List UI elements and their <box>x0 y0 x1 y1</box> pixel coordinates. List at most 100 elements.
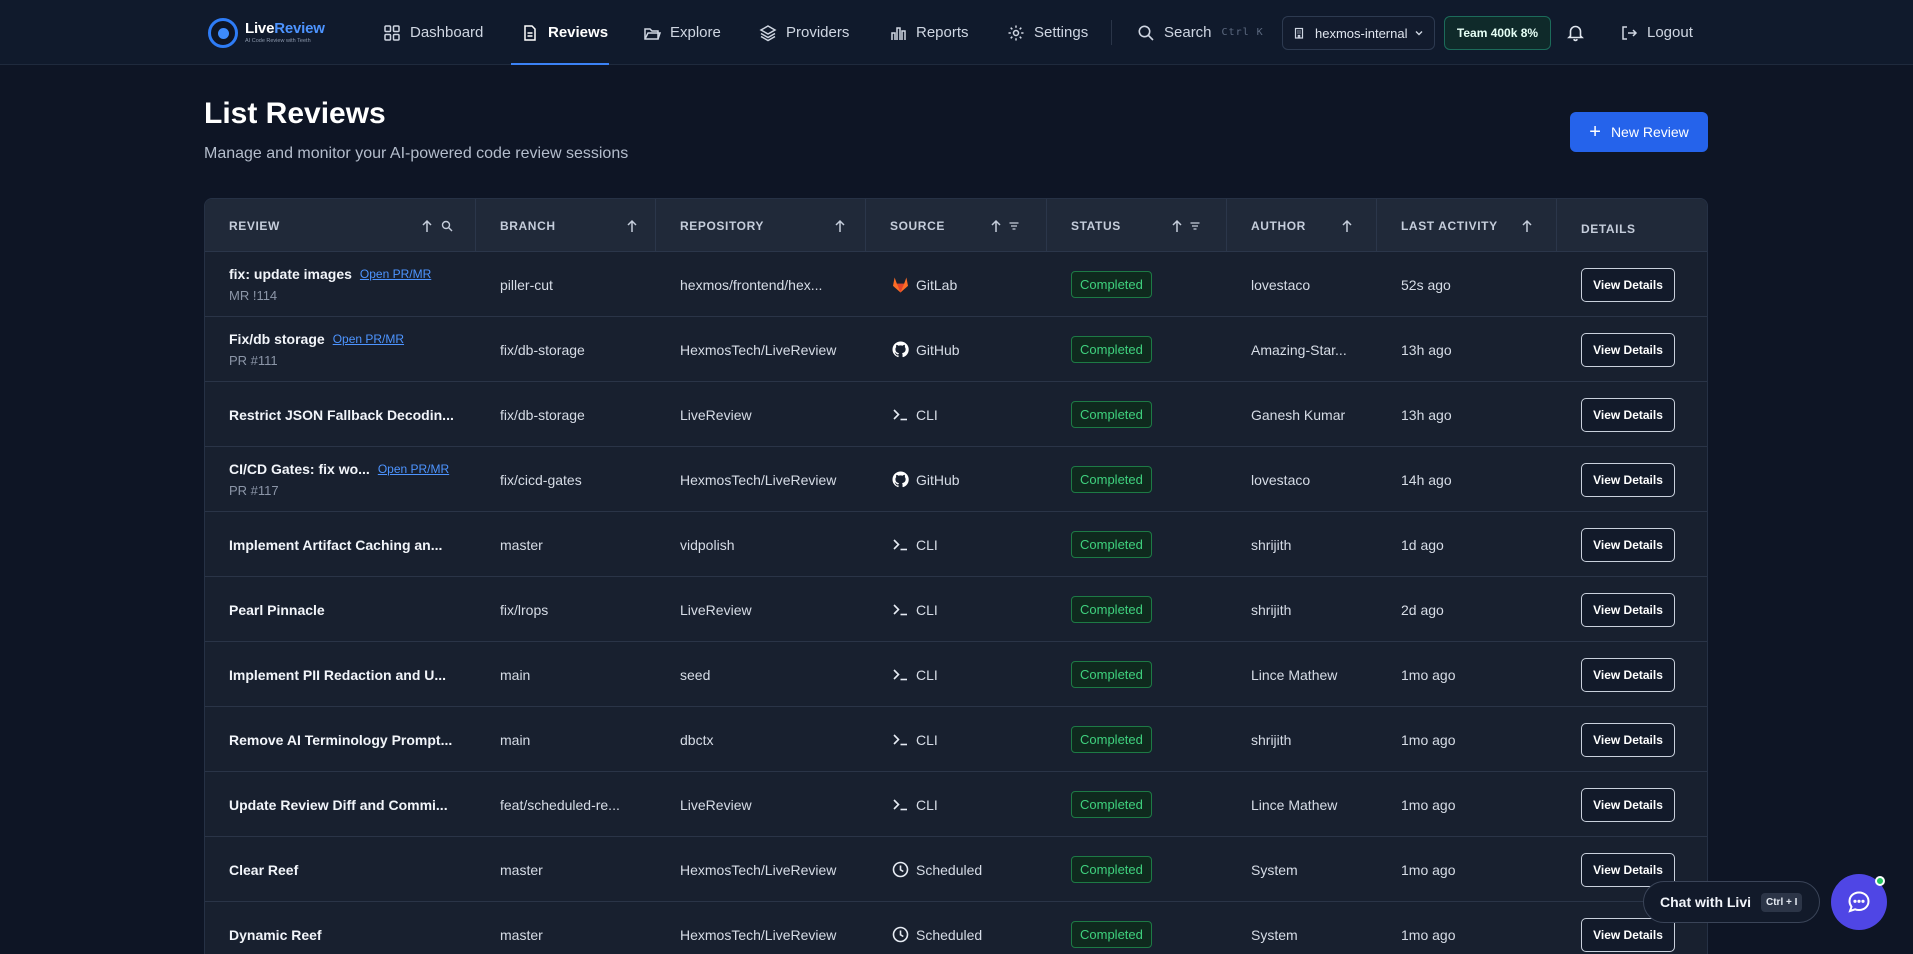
organization-name: hexmos-internal <box>1315 25 1408 41</box>
filter-icon[interactable] <box>1008 220 1020 232</box>
source-label: CLI <box>916 731 938 748</box>
source-label: CLI <box>916 666 938 683</box>
author-cell: lovestaco <box>1251 276 1311 293</box>
branch-cell: main <box>500 666 531 683</box>
author-cell: Lince Mathew <box>1251 666 1338 683</box>
sort-arrow-icon[interactable] <box>990 219 1002 233</box>
filter-icon[interactable] <box>1189 220 1201 232</box>
nav-reviews[interactable]: Reviews <box>511 0 609 65</box>
table-header: REVIEW BRANCH REPOSITORY SOURCE STATUS A… <box>205 199 1707 252</box>
new-review-label: New Review <box>1610 124 1689 140</box>
open-pr-link[interactable]: Open PR/MR <box>333 332 404 346</box>
table-row: Implement Artifact Caching an... master vi… <box>205 512 1707 577</box>
table-row: Pearl Pinnacle fix/lrops LiveReview CLI Comp… <box>205 577 1707 642</box>
search-label: Search <box>1164 24 1212 41</box>
branch-cell: fix/cicd-gates <box>500 471 582 488</box>
column-search-icon[interactable] <box>441 220 453 232</box>
source-cell: GitLab <box>891 252 957 317</box>
nav-dashboard[interactable]: Dashboard <box>383 0 483 65</box>
logout-button[interactable]: Logout <box>1620 0 1693 65</box>
terminal-icon <box>891 665 910 684</box>
view-details-button[interactable]: View Details <box>1581 592 1675 627</box>
sort-arrow-icon[interactable] <box>421 219 433 233</box>
view-details-button[interactable]: View Details <box>1581 267 1675 302</box>
clock-icon <box>891 860 910 879</box>
sort-arrow-icon[interactable] <box>1521 219 1533 233</box>
notifications-bell-icon[interactable] <box>1566 23 1585 42</box>
sort-arrow-icon[interactable] <box>626 219 638 233</box>
brand-logo-link[interactable]: LiveReview AI Code Review with Teeth <box>208 17 325 49</box>
nav-providers[interactable]: Providers <box>759 0 849 65</box>
details-cell: View Details <box>1581 382 1675 447</box>
source-cell: CLI <box>891 642 938 707</box>
view-details-button[interactable]: View Details <box>1581 332 1675 367</box>
nav-dashboard-label: Dashboard <box>410 24 484 41</box>
view-details-button[interactable]: View Details <box>1581 722 1675 757</box>
last-activity-cell: 1mo ago <box>1401 666 1456 683</box>
chat-with-livi-button[interactable]: Chat with Livi Ctrl + I <box>1643 881 1820 923</box>
nav-explore[interactable]: Explore <box>643 0 721 65</box>
branch-cell: fix/lrops <box>500 601 549 618</box>
sort-arrow-icon[interactable] <box>1171 219 1183 233</box>
column-header-status[interactable]: STATUS <box>1047 199 1227 252</box>
table-row: Dynamic Reef master HexmosTech/LiveReview S… <box>205 902 1707 954</box>
github-icon <box>891 470 910 489</box>
author-cell: System <box>1251 926 1298 943</box>
sort-arrow-icon[interactable] <box>834 219 846 233</box>
nav-settings-label: Settings <box>1034 24 1089 41</box>
view-details-button[interactable]: View Details <box>1581 462 1675 497</box>
nav-reports[interactable]: Reports <box>889 0 969 65</box>
organization-selector[interactable]: hexmos-internal <box>1282 16 1435 50</box>
chat-bubble-button[interactable] <box>1831 874 1887 930</box>
repository-cell: LiveReview <box>680 601 752 618</box>
folder-open-icon <box>643 24 661 42</box>
details-cell: View Details <box>1581 317 1675 382</box>
status-badge: Completed <box>1071 596 1152 623</box>
column-header-author[interactable]: AUTHOR <box>1227 199 1377 252</box>
review-title: Restrict JSON Fallback Decodin... <box>229 406 454 423</box>
review-title: Remove AI Terminology Prompt... <box>229 731 453 748</box>
view-details-button[interactable]: View Details <box>1581 787 1675 822</box>
last-activity-cell: 2d ago <box>1401 601 1444 618</box>
new-review-button[interactable]: + New Review <box>1570 112 1708 152</box>
nav-reviews-label: Reviews <box>548 24 609 41</box>
column-header-branch[interactable]: BRANCH <box>476 199 656 252</box>
details-cell: View Details <box>1581 577 1675 642</box>
source-cell: Scheduled <box>891 837 982 902</box>
review-cell: CI/CD Gates: fix wo... Open PR/MR PR #117 <box>229 447 459 512</box>
status-cell: Completed <box>1071 707 1152 772</box>
status-badge: Completed <box>1071 661 1152 688</box>
branch-cell: master <box>500 926 543 943</box>
terminal-icon <box>891 795 910 814</box>
column-header-repository[interactable]: REPOSITORY <box>656 199 866 252</box>
team-plan-badge[interactable]: Team 400k 8% <box>1444 16 1551 50</box>
status-badge: Completed <box>1071 466 1152 493</box>
terminal-icon <box>891 600 910 619</box>
source-label: GitHub <box>916 471 960 488</box>
last-activity-cell: 1mo ago <box>1401 926 1456 943</box>
search-button[interactable]: Search Ctrl K <box>1137 0 1264 65</box>
terminal-icon <box>891 535 910 554</box>
author-cell: Amazing-Star... <box>1251 341 1347 358</box>
open-pr-link[interactable]: Open PR/MR <box>360 267 431 281</box>
status-badge: Completed <box>1071 856 1152 883</box>
view-details-button[interactable]: View Details <box>1581 397 1675 432</box>
search-icon <box>1137 24 1155 42</box>
column-header-details: DETAILS <box>1581 221 1636 236</box>
pr-number: PR #117 <box>229 483 279 498</box>
terminal-icon <box>891 405 910 424</box>
column-header-source[interactable]: SOURCE <box>866 199 1047 252</box>
view-details-button[interactable]: View Details <box>1581 527 1675 562</box>
last-activity-cell: 1d ago <box>1401 536 1444 553</box>
gitlab-icon <box>891 275 910 294</box>
repository-cell: LiveReview <box>680 406 752 423</box>
nav-providers-label: Providers <box>786 24 850 41</box>
column-header-last-activity[interactable]: LAST ACTIVITY <box>1377 199 1557 252</box>
branch-cell: piller-cut <box>500 276 553 293</box>
column-header-review[interactable]: REVIEW <box>205 199 476 252</box>
nav-settings[interactable]: Settings <box>1007 0 1088 65</box>
open-pr-link[interactable]: Open PR/MR <box>378 462 449 476</box>
sort-arrow-icon[interactable] <box>1341 219 1353 233</box>
status-cell: Completed <box>1071 252 1152 317</box>
view-details-button[interactable]: View Details <box>1581 657 1675 692</box>
